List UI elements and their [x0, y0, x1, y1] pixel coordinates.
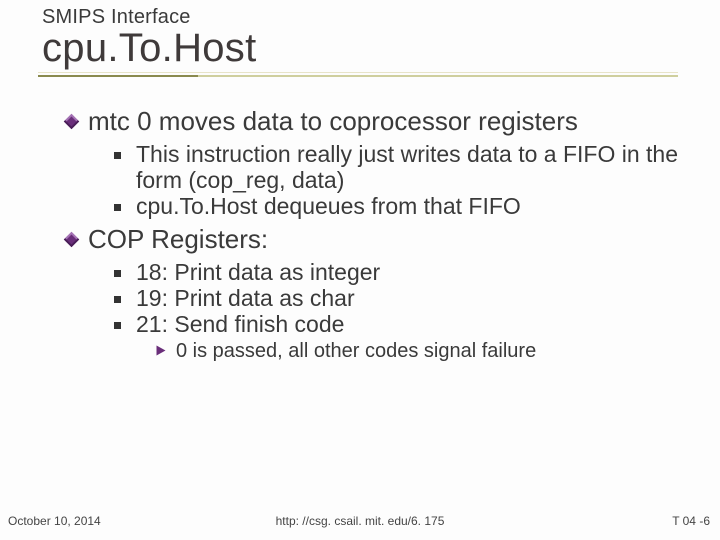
bullet-level2: cpu.To.Host dequeues from that FIFO	[136, 194, 692, 220]
bullet-text: cpu.To.Host dequeues from that FIFO	[136, 193, 521, 219]
bullet-level2: This instruction really just writes data…	[136, 142, 692, 194]
bullet-text: 18: Print data as integer	[136, 259, 380, 285]
sub-sublist: 0 is passed, all other codes signal fail…	[176, 340, 692, 362]
footer-url: http: //csg. csail. mit. edu/6. 175	[0, 514, 720, 528]
square-bullet-icon	[114, 270, 121, 277]
square-bullet-icon	[114, 152, 121, 159]
diamond-bullet-icon	[64, 232, 80, 248]
square-bullet-icon	[114, 204, 121, 211]
footer-page: T 04 -6	[672, 514, 710, 528]
sublist: This instruction really just writes data…	[136, 142, 692, 219]
bullet-text: 19: Print data as char	[136, 285, 355, 311]
bullet-level3: 0 is passed, all other codes signal fail…	[176, 340, 692, 362]
bullet-level2: 21: Send finish code	[136, 312, 692, 338]
bullet-level1: mtc 0 moves data to coprocessor register…	[88, 107, 692, 136]
bullet-text: 0 is passed, all other codes signal fail…	[176, 340, 536, 362]
slide: SMIPS Interface cpu.To.Host mtc 0 moves …	[0, 0, 720, 540]
bullet-level2: 18: Print data as integer	[136, 260, 692, 286]
slide-body: mtc 0 moves data to coprocessor register…	[0, 77, 720, 362]
bullet-text: COP Registers:	[88, 224, 268, 254]
sublist: 18: Print data as integer 19: Print data…	[136, 260, 692, 337]
triangle-bullet-icon	[157, 345, 166, 355]
bullet-text: mtc 0 moves data to coprocessor register…	[88, 106, 578, 136]
square-bullet-icon	[114, 296, 121, 303]
square-bullet-icon	[114, 322, 121, 329]
slide-header: SMIPS Interface cpu.To.Host	[0, 0, 720, 69]
diamond-bullet-icon	[64, 114, 80, 130]
slide-title: cpu.To.Host	[42, 27, 720, 69]
bullet-text: 21: Send finish code	[136, 311, 344, 337]
bullet-level1: COP Registers:	[88, 225, 692, 254]
title-underline	[38, 75, 678, 77]
bullet-text: This instruction really just writes data…	[136, 141, 678, 193]
bullet-level2: 19: Print data as char	[136, 286, 692, 312]
